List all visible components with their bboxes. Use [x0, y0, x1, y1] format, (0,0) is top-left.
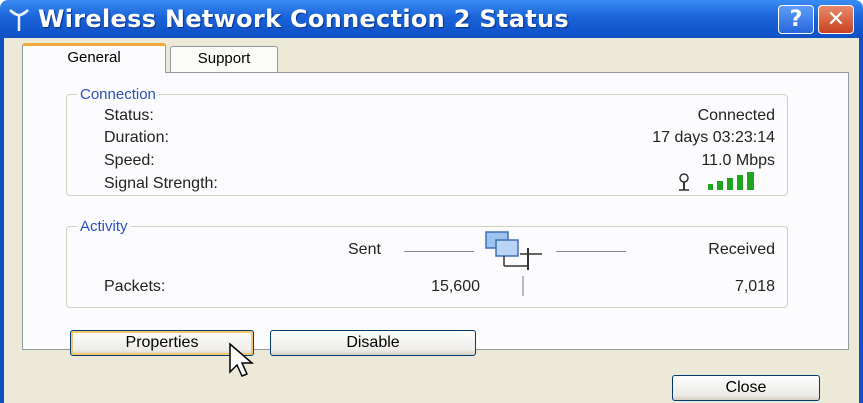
sent-divider	[404, 251, 474, 252]
packets-separator	[522, 276, 524, 296]
status-dialog: Wireless Network Connection 2 Status ? ✕…	[0, 0, 863, 403]
window-title: Wireless Network Connection 2 Status	[38, 5, 569, 33]
activity-group-label: Activity	[80, 218, 128, 235]
duration-value: 17 days 03:23:14	[652, 129, 775, 146]
signal-strength-label: Signal Strength:	[104, 175, 218, 192]
help-button[interactable]: ?	[778, 5, 814, 34]
close-button[interactable]: Close	[672, 375, 820, 401]
speed-value: 11.0 Mbps	[701, 152, 775, 169]
activity-group: Activity	[66, 218, 788, 308]
packets-received-value: 7,018	[734, 278, 775, 295]
packets-label: Packets:	[104, 278, 166, 295]
wireless-antenna-icon	[9, 9, 29, 31]
close-window-button[interactable]: ✕	[818, 5, 854, 34]
title-bar[interactable]: Wireless Network Connection 2 Status ? ✕	[0, 0, 863, 38]
speed-label: Speed:	[104, 152, 155, 169]
tab-support[interactable]: Support	[170, 46, 278, 72]
connection-group-label: Connection	[80, 86, 156, 103]
mouse-pointer-icon	[229, 342, 255, 377]
packets-sent-value: 15,600	[431, 278, 480, 295]
properties-button[interactable]: Properties	[70, 330, 254, 356]
received-divider	[556, 251, 626, 252]
status-label: Status:	[104, 107, 154, 124]
disable-button[interactable]: Disable	[270, 330, 476, 356]
signal-strength-icon	[679, 172, 754, 191]
network-computers-icon	[485, 231, 542, 270]
received-label: Received	[708, 241, 775, 258]
tab-general[interactable]: General	[22, 43, 166, 73]
status-value: Connected	[697, 107, 775, 124]
duration-label: Duration:	[104, 129, 169, 146]
sent-label: Sent	[348, 241, 381, 258]
